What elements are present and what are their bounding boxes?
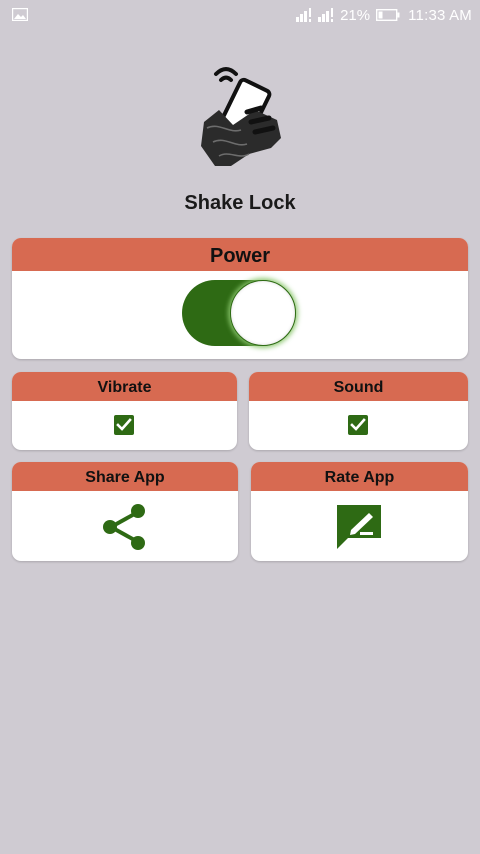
rate-header: Rate App — [251, 462, 468, 491]
gallery-notification-icon — [12, 8, 28, 21]
share-header: Share App — [12, 462, 238, 491]
status-bar: 21% 11:33 AM — [0, 0, 480, 30]
share-card[interactable]: Share App — [12, 462, 238, 561]
sound-header: Sound — [249, 372, 468, 401]
vibrate-card: Vibrate — [12, 372, 237, 450]
vibrate-checkbox[interactable] — [114, 415, 134, 435]
power-toggle[interactable] — [182, 280, 296, 346]
rate-card[interactable]: Rate App — [251, 462, 468, 561]
share-icon[interactable] — [100, 502, 150, 552]
power-toggle-knob[interactable] — [230, 280, 296, 346]
sound-card: Sound — [249, 372, 468, 450]
hand-shaking-phone-icon — [201, 67, 281, 166]
signal-icon — [318, 8, 334, 22]
battery-percent: 21% — [340, 6, 371, 24]
status-bar-right: 21% 11:33 AM — [296, 6, 472, 24]
power-header: Power — [12, 238, 468, 271]
rate-feedback-icon[interactable] — [334, 502, 384, 553]
clock: 11:33 AM — [408, 6, 472, 24]
signal-icon — [296, 8, 312, 22]
power-card: Power — [12, 238, 468, 359]
vibrate-header: Vibrate — [12, 372, 237, 401]
checkmark-icon — [116, 418, 132, 431]
app-title: Shake Lock — [184, 192, 296, 214]
battery-icon — [376, 9, 400, 21]
sound-checkbox[interactable] — [348, 415, 368, 435]
checkmark-icon — [350, 418, 366, 431]
